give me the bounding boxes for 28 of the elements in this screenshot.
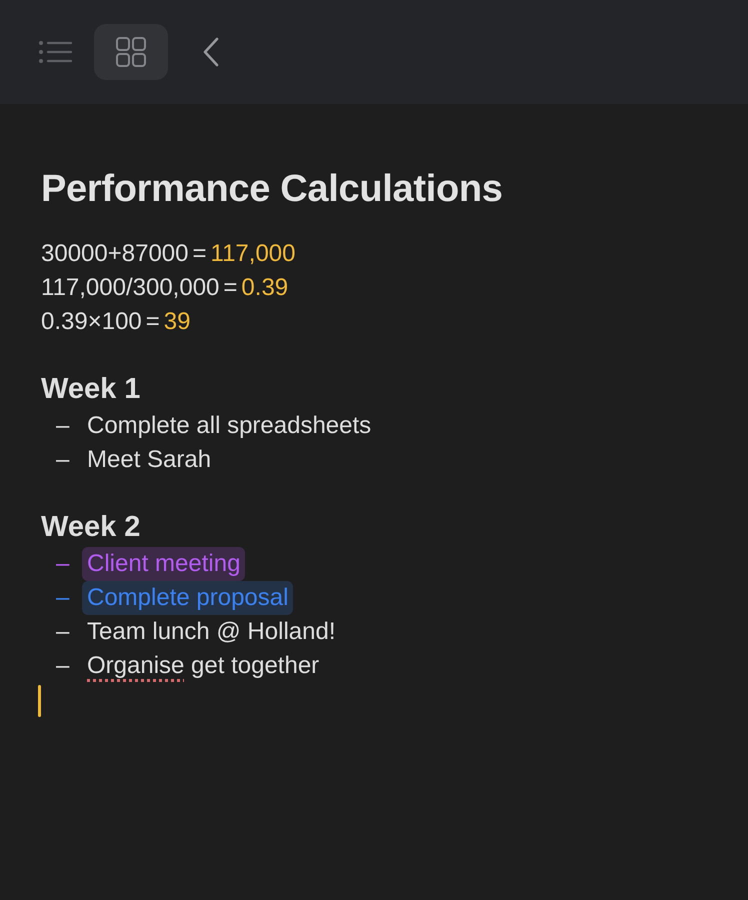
dash-bullet: – [56,445,70,475]
expression: 0.39×100 [41,307,142,337]
list-item: Team lunch @ Holland! [87,617,336,647]
dash-bullet: – [56,549,70,579]
equals-sign: = [146,307,160,337]
highlighted-item: Complete proposal [82,581,294,615]
result: 117,000 [210,239,296,269]
dash-bullet: – [56,411,70,441]
back-icon [202,37,220,67]
highlighted-item: Client meeting [82,547,246,581]
result: 39 [164,307,190,337]
section-heading: Week 2 [41,510,142,545]
expression: 30000+87000 [41,239,188,269]
result: 0.39 [241,273,288,303]
section-heading: Week 1 [41,372,142,407]
list-item: Meet Sarah [87,445,212,475]
dash-bullet: – [56,651,70,681]
dash-bullet: – [56,583,70,613]
equals-sign: = [192,239,207,269]
dash-bullet: – [56,617,70,647]
text-cursor [38,685,41,717]
grid-icon [115,36,147,68]
equals-sign: = [223,273,238,303]
list-item: Organise get together [87,651,320,681]
expression: 117,000/300,000 [41,273,220,303]
note-title: Performance Calculations [41,168,504,211]
list-item: Complete all spreadsheets [87,411,372,441]
gallery-view-button[interactable] [94,24,168,80]
